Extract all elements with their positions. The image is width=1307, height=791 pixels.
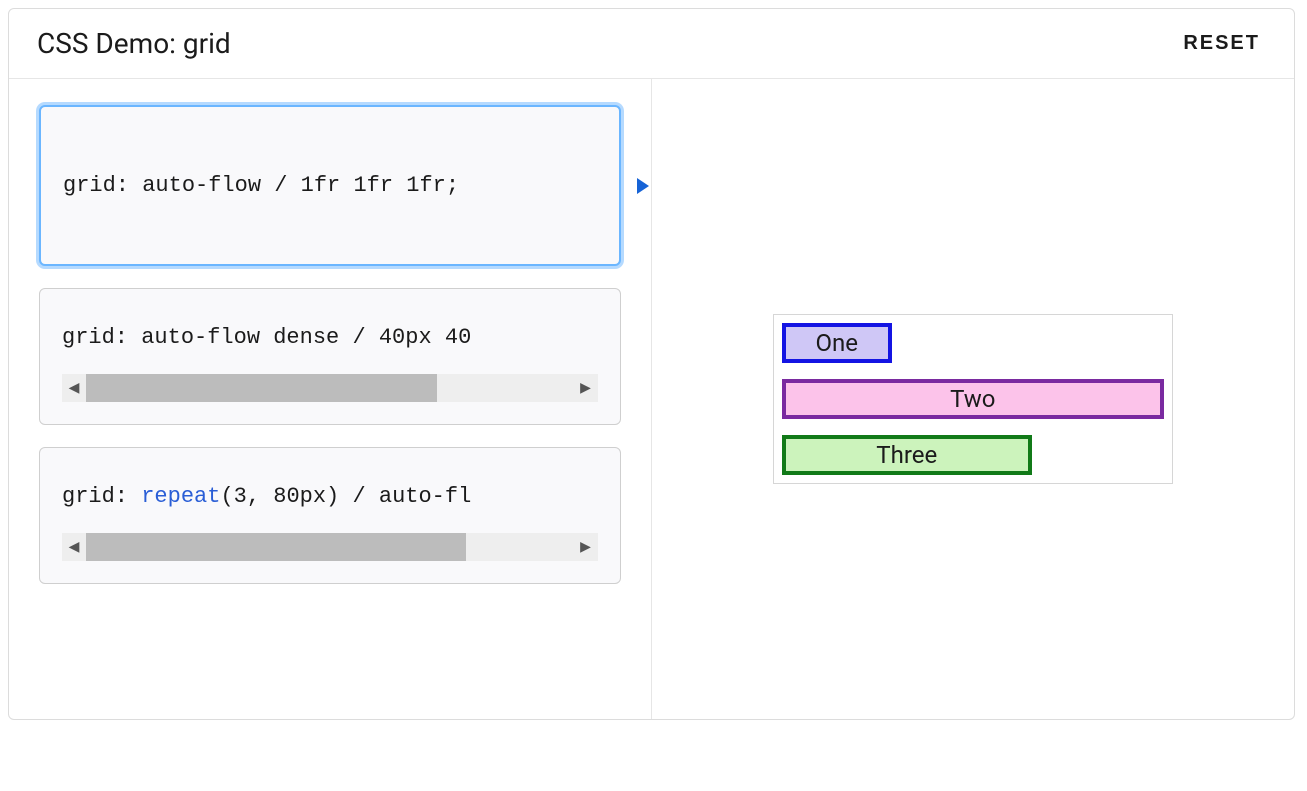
horizontal-scrollbar[interactable]: ◀ ▶ [62,533,598,561]
scroll-track[interactable] [86,374,574,402]
code-options-pane: grid: auto-flow / 1fr 1fr 1fr; grid: aut… [9,79,652,719]
scroll-track[interactable] [86,533,574,561]
output-pane: One Two Three [652,79,1295,719]
grid-row: One [774,315,1172,371]
code-fragment: grid: [62,484,141,509]
grid-cell-one: One [782,323,892,363]
horizontal-scrollbar[interactable]: ◀ ▶ [62,374,598,402]
scroll-left-icon[interactable]: ◀ [62,539,86,555]
demo-title: CSS Demo: grid [37,27,231,60]
scroll-thumb[interactable] [86,374,437,402]
code-text: grid: auto-flow / 1fr 1fr 1fr; [63,173,597,198]
grid-row: Two [774,371,1172,427]
grid-cell-two: Two [782,379,1164,419]
scroll-right-icon[interactable]: ▶ [574,539,598,555]
grid-cell-three: Three [782,435,1032,475]
grid-output: One Two Three [773,314,1173,484]
demo-body: grid: auto-flow / 1fr 1fr 1fr; grid: aut… [9,79,1294,719]
demo-container: CSS Demo: grid RESET grid: auto-flow / 1… [8,8,1295,720]
play-icon [637,178,649,194]
scroll-thumb[interactable] [86,533,466,561]
scroll-left-icon[interactable]: ◀ [62,380,86,396]
demo-header: CSS Demo: grid RESET [9,9,1294,79]
code-option-1[interactable]: grid: auto-flow / 1fr 1fr 1fr; [39,105,621,266]
grid-row: Three [774,427,1172,483]
code-text: grid: repeat(3, 80px) / auto-fl [62,484,598,509]
code-option-3[interactable]: grid: repeat(3, 80px) / auto-fl ◀ ▶ [39,447,621,584]
code-option-2[interactable]: grid: auto-flow dense / 40px 40 ◀ ▶ [39,288,621,425]
code-keyword: repeat [141,484,220,509]
code-text: grid: auto-flow dense / 40px 40 [62,325,598,350]
reset-button[interactable]: RESET [1177,31,1266,56]
scroll-right-icon[interactable]: ▶ [574,380,598,396]
code-fragment: (3, 80px) / auto-fl [220,484,471,509]
